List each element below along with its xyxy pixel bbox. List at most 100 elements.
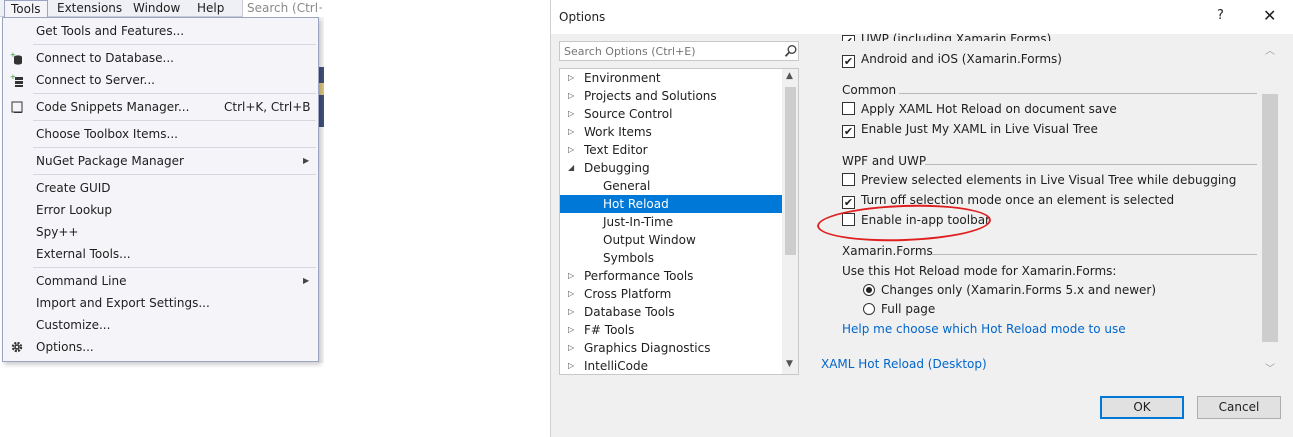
menu-item-label: Connect to Server...	[36, 73, 155, 87]
menu-item-spy[interactable]: Spy++	[3, 222, 318, 242]
menu-item-label: Spy++	[36, 225, 79, 239]
expand-arrow-icon[interactable]: ▷	[568, 87, 574, 105]
tree-item-performance-tools[interactable]: ▷ Performance Tools	[560, 267, 782, 285]
tree-item-environment[interactable]: ▷ Environment	[560, 69, 782, 87]
menu-item-code-snippets[interactable]: Code Snippets Manager... Ctrl+K, Ctrl+B	[3, 97, 318, 117]
menu-item-label: Choose Toolbox Items...	[36, 127, 178, 141]
tree-scrollbar[interactable]: ▲ ▼	[782, 69, 798, 374]
radio-changes-only[interactable]: Changes only (Xamarin.Forms 5.x and newe…	[863, 282, 1156, 300]
option-uwp[interactable]: ✔ UWP (including Xamarin.Forms)	[842, 31, 1051, 41]
option-apply-on-save[interactable]: Apply XAML Hot Reload on document save	[842, 101, 1117, 119]
radio-full-page[interactable]: Full page	[863, 301, 935, 319]
tree-item-just-in-time[interactable]: Just-In-Time	[560, 213, 782, 231]
search-icon[interactable]	[784, 44, 798, 58]
gear-icon	[10, 340, 24, 354]
scroll-down-icon[interactable]: ▼	[786, 359, 793, 369]
menu-item-label: Command Line	[36, 274, 127, 288]
option-enable-in-app-toolbar[interactable]: Enable in-app toolbar	[842, 212, 990, 230]
menu-item-get-tools[interactable]: Get Tools and Features...	[3, 21, 318, 41]
scrollbar-thumb[interactable]	[785, 87, 796, 255]
tree-item-label: Work Items	[584, 125, 652, 139]
menu-item-error-lookup[interactable]: Error Lookup	[3, 200, 318, 220]
tree-item-intellicode[interactable]: ▷ IntelliCode	[560, 357, 782, 374]
menu-item-shortcut: Ctrl+K, Ctrl+B	[224, 100, 311, 114]
menu-item-label: Code Snippets Manager...	[36, 100, 190, 114]
tree-item-label: Performance Tools	[584, 269, 694, 283]
tree-item-debugging[interactable]: ◢ Debugging	[560, 159, 782, 177]
tree-item-fsharp-tools[interactable]: ▷ F# Tools	[560, 321, 782, 339]
checkbox-android-ios[interactable]: ✔	[842, 55, 855, 68]
menu-help[interactable]: Help	[191, 0, 230, 17]
expand-arrow-icon[interactable]: ▷	[568, 141, 574, 159]
expand-arrow-icon[interactable]: ▷	[568, 339, 574, 357]
radio-button[interactable]	[863, 303, 875, 315]
submenu-arrow-icon: ▶	[303, 276, 310, 285]
checkbox-uwp[interactable]: ✔	[842, 35, 855, 41]
option-just-my-xaml[interactable]: ✔ Enable Just My XAML in Live Visual Tree	[842, 121, 1098, 139]
expand-arrow-icon[interactable]: ▷	[568, 303, 574, 321]
menu-item-options[interactable]: Options...	[3, 337, 318, 357]
expand-arrow-icon[interactable]: ▷	[568, 357, 574, 374]
menu-item-customize[interactable]: Customize...	[3, 315, 318, 335]
menu-tools[interactable]: Tools	[4, 0, 48, 17]
scroll-up-icon[interactable]: ▲	[786, 71, 793, 81]
checkbox-preview-selected[interactable]	[842, 173, 855, 186]
hot-reload-settings-pane: ✔ UWP (including Xamarin.Forms) ✔ Android …	[821, 31, 1271, 384]
tree-item-projects-solutions[interactable]: ▷ Projects and Solutions	[560, 87, 782, 105]
tree-item-label: Hot Reload	[603, 197, 669, 211]
xamarin-mode-label: Use this Hot Reload mode for Xamarin.For…	[842, 264, 1117, 278]
tree-item-work-items[interactable]: ▷ Work Items	[560, 123, 782, 141]
tree-item-symbols[interactable]: Symbols	[560, 249, 782, 267]
scrollbar-thumb[interactable]	[1262, 94, 1278, 342]
submenu-arrow-icon: ▶	[303, 156, 310, 165]
menu-item-nuget[interactable]: NuGet Package Manager ▶	[3, 151, 318, 171]
expand-arrow-icon[interactable]: ▷	[568, 69, 574, 87]
tree-item-graphics-diagnostics[interactable]: ▷ Graphics Diagnostics	[560, 339, 782, 357]
collapse-arrow-icon[interactable]: ◢	[568, 159, 574, 177]
menu-item-import-export[interactable]: Import and Export Settings...	[3, 293, 318, 313]
checkbox-enable-in-app-toolbar[interactable]	[842, 213, 855, 226]
menu-window[interactable]: Window	[127, 0, 186, 17]
content-scrollbar[interactable]: ︿ ﹀	[1261, 38, 1279, 383]
help-button[interactable]: ?	[1217, 8, 1224, 23]
tree-item-text-editor[interactable]: ▷ Text Editor	[560, 141, 782, 159]
radio-button[interactable]	[863, 284, 875, 296]
tree-item-hot-reload[interactable]: Hot Reload	[560, 195, 782, 213]
ok-button[interactable]: OK	[1100, 396, 1184, 419]
section-heading-xamarin: Xamarin.Forms	[842, 244, 933, 258]
expand-arrow-icon[interactable]: ▷	[568, 285, 574, 303]
scroll-up-icon[interactable]: ︿	[1265, 42, 1275, 57]
menu-extensions[interactable]: Extensions	[51, 0, 128, 17]
option-turn-off-selection[interactable]: ✔ Turn off selection mode once an element…	[842, 192, 1174, 210]
menu-item-connect-database[interactable]: + Connect to Database...	[3, 48, 318, 68]
tree-item-label: Output Window	[603, 233, 696, 247]
menubar-search-input[interactable]: Search (Ctrl+Q)	[242, 0, 322, 17]
menu-item-label: Error Lookup	[36, 203, 113, 217]
tree-item-output-window[interactable]: Output Window	[560, 231, 782, 249]
cancel-button[interactable]: Cancel	[1197, 396, 1281, 419]
expand-arrow-icon[interactable]: ▷	[568, 123, 574, 141]
option-android-ios[interactable]: ✔ Android and iOS (Xamarin.Forms)	[842, 51, 1062, 69]
tree-item-source-control[interactable]: ▷ Source Control	[560, 105, 782, 123]
menu-item-create-guid[interactable]: Create GUID	[3, 178, 318, 198]
menu-item-label: External Tools...	[36, 247, 131, 261]
menu-item-connect-server[interactable]: + Connect to Server...	[3, 70, 318, 90]
checkbox-just-my-xaml[interactable]: ✔	[842, 125, 855, 138]
menu-item-choose-toolbox[interactable]: Choose Toolbox Items...	[3, 124, 318, 144]
xaml-hot-reload-desktop-link[interactable]: XAML Hot Reload (Desktop)	[821, 357, 987, 371]
menu-item-command-line[interactable]: Command Line ▶	[3, 271, 318, 291]
tree-item-database-tools[interactable]: ▷ Database Tools	[560, 303, 782, 321]
options-search-input[interactable]	[560, 42, 778, 60]
scroll-down-icon[interactable]: ﹀	[1265, 360, 1275, 375]
expand-arrow-icon[interactable]: ▷	[568, 321, 574, 339]
menu-item-external-tools[interactable]: External Tools...	[3, 244, 318, 264]
expand-arrow-icon[interactable]: ▷	[568, 105, 574, 123]
tree-item-general[interactable]: General	[560, 177, 782, 195]
tree-item-cross-platform[interactable]: ▷ Cross Platform	[560, 285, 782, 303]
close-button[interactable]: ✕	[1263, 6, 1276, 25]
expand-arrow-icon[interactable]: ▷	[568, 267, 574, 285]
checkbox-turn-off-selection[interactable]: ✔	[842, 196, 855, 209]
option-preview-selected[interactable]: Preview selected elements in Live Visual…	[842, 172, 1236, 190]
checkbox-apply-on-save[interactable]	[842, 102, 855, 115]
hot-reload-mode-help-link[interactable]: Help me choose which Hot Reload mode to …	[842, 322, 1126, 336]
